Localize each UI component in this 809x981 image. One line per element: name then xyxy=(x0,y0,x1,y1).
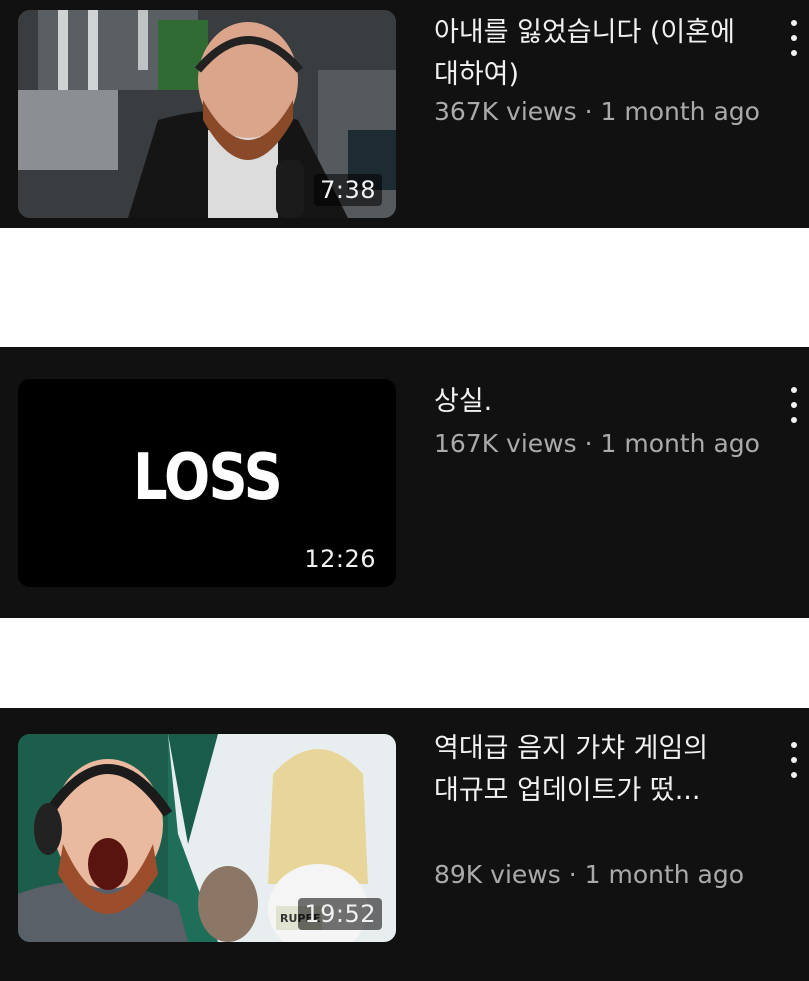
video-duration: 19:52 xyxy=(298,898,382,930)
video-thumbnail[interactable]: RUPEE 19:52 xyxy=(18,734,396,942)
thumbnail-text: LOSS xyxy=(132,441,283,515)
view-count: 89K views xyxy=(434,860,561,889)
kebab-vertical-icon[interactable] xyxy=(787,387,801,423)
kebab-vertical-icon[interactable] xyxy=(787,20,801,56)
video-title[interactable]: 상실. xyxy=(434,381,754,423)
video-thumbnail[interactable]: LOSS 12:26 xyxy=(18,379,396,587)
video-duration: 12:26 xyxy=(304,545,376,573)
kebab-vertical-icon[interactable] xyxy=(787,742,801,778)
upload-age: 1 month ago xyxy=(600,429,760,458)
video-meta: 89K views · 1 month ago xyxy=(434,860,744,889)
meta-separator: · xyxy=(568,860,577,889)
video-title[interactable]: 역대급 음지 가챠 게임의 대규모 업데이트가 떴... xyxy=(434,728,734,812)
video-thumbnail[interactable]: 7:38 xyxy=(18,10,396,218)
upload-age: 1 month ago xyxy=(600,97,760,126)
video-item-2[interactable]: LOSS 12:26 상실. 167K views · 1 month ago xyxy=(0,347,809,618)
video-item-1[interactable]: 7:38 아내를 잃었습니다 (이혼에 대하여) 367K views · 1 … xyxy=(0,0,809,228)
meta-separator: · xyxy=(584,97,593,126)
meta-separator: · xyxy=(584,429,593,458)
video-title[interactable]: 아내를 잃었습니다 (이혼에 대하여) xyxy=(434,12,754,96)
video-item-3[interactable]: RUPEE 19:52 역대급 음지 가챠 게임의 대규모 업데이트가 떴...… xyxy=(0,708,809,981)
view-count: 167K views xyxy=(434,429,577,458)
video-meta: 167K views · 1 month ago xyxy=(434,429,760,458)
video-duration: 7:38 xyxy=(314,174,382,206)
upload-age: 1 month ago xyxy=(584,860,745,889)
video-meta: 367K views · 1 month ago xyxy=(434,97,760,126)
view-count: 367K views xyxy=(434,97,577,126)
